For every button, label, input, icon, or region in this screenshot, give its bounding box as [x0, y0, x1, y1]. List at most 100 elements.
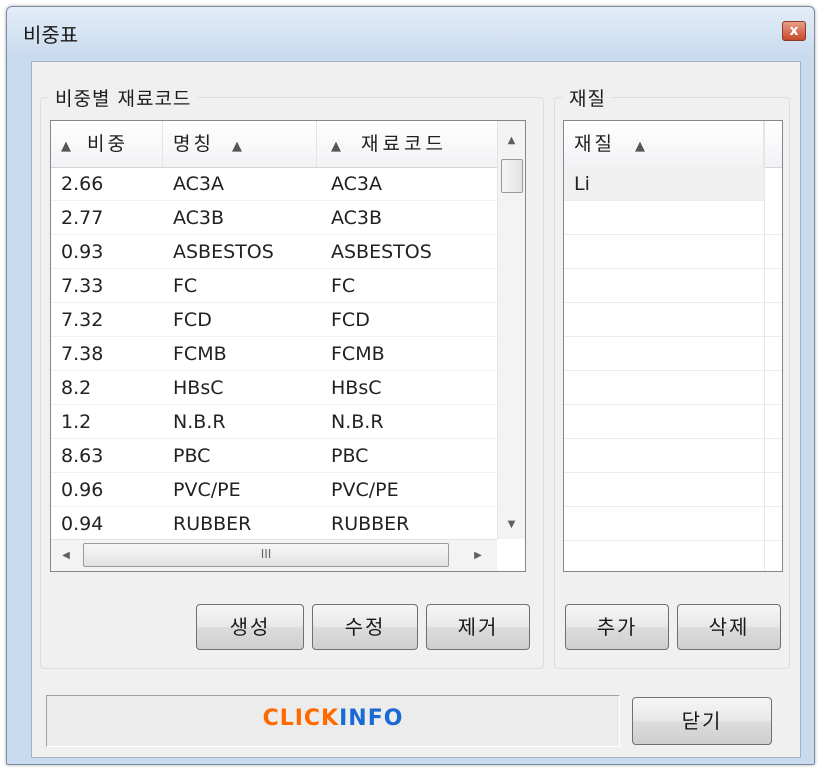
edit-button[interactable]: 수정: [312, 604, 418, 650]
density-cell: 0.94: [61, 513, 104, 535]
table-row: [564, 337, 782, 371]
logo-click-text: CLICK: [262, 706, 340, 731]
close-icon[interactable]: x: [782, 21, 806, 41]
sort-asc-icon: ▲: [635, 139, 646, 154]
table-row: [564, 439, 782, 473]
material-code-group: 비중별 재료코드 ▲ 비중 명칭 ▲ ▲ 재료코드 2.66 AC3A AC3A…: [40, 84, 544, 669]
name-cell: FCD: [173, 309, 212, 331]
column-divider: [764, 121, 765, 571]
logo-info-text: INFO: [339, 706, 404, 731]
scroll-right-arrow-icon[interactable]: ▶: [467, 540, 489, 571]
grid-header: ▲ 비중 명칭 ▲ ▲ 재료코드: [51, 121, 525, 168]
material-code-cell: FCMB: [331, 343, 385, 365]
column-header-density-label: 비중: [87, 133, 129, 155]
material-code-cell: FC: [331, 275, 356, 297]
name-cell: PVC/PE: [173, 479, 241, 501]
density-cell: 7.32: [61, 309, 104, 331]
horizontal-scrollbar[interactable]: ◀ III ▶: [51, 539, 497, 571]
scroll-down-arrow-icon[interactable]: ▼: [498, 519, 525, 530]
name-cell: AC3A: [173, 173, 225, 195]
density-cell: 8.2: [61, 377, 92, 399]
name-cell: RUBBER: [173, 513, 252, 535]
table-row[interactable]: 8.2 HBsC HBsC: [51, 371, 497, 405]
density-cell: 0.96: [61, 479, 104, 501]
table-row[interactable]: 0.94 RUBBER RUBBER: [51, 507, 497, 541]
name-cell: FC: [173, 275, 198, 297]
material-code-cell: AC3B: [331, 207, 383, 229]
material-code-cell: ASBESTOS: [331, 241, 432, 263]
density-cell: 8.63: [61, 445, 104, 467]
material-cell: Li: [574, 173, 590, 195]
name-cell: N.B.R: [173, 411, 226, 433]
table-row[interactable]: 8.63 PBC PBC: [51, 439, 497, 473]
close-button[interactable]: 닫기: [632, 697, 772, 745]
material-code-cell: FCD: [331, 309, 370, 331]
density-cell: 7.38: [61, 343, 104, 365]
density-cell: 1.2: [61, 411, 92, 433]
material-grid[interactable]: 재질 ▲ Li: [563, 120, 783, 572]
density-cell: 2.77: [61, 207, 104, 229]
clickinfo-logo: CLICKINFO: [47, 706, 619, 731]
density-cell: 2.66: [61, 173, 104, 195]
table-row: [564, 405, 782, 439]
table-row: [564, 303, 782, 337]
vertical-scroll-thumb[interactable]: [501, 159, 523, 193]
table-row: [564, 269, 782, 303]
name-cell: AC3B: [173, 207, 225, 229]
table-row: [564, 235, 782, 269]
title-bar: 비중표 x: [7, 7, 814, 59]
table-row[interactable]: 2.77 AC3B AC3B: [51, 201, 497, 235]
table-row[interactable]: 1.2 N.B.R N.B.R: [51, 405, 497, 439]
sort-asc-icon: ▲: [232, 139, 243, 154]
sort-asc-icon: ▲: [61, 139, 71, 154]
column-header-material[interactable]: 재질 ▲: [564, 121, 764, 167]
vertical-scrollbar[interactable]: ▲ ▼: [497, 121, 525, 539]
table-row: [564, 473, 782, 507]
name-cell: HBsC: [173, 377, 224, 399]
column-header-material-label: 재질: [574, 133, 615, 155]
material-grid-header: 재질 ▲: [564, 121, 782, 168]
density-cell: 0.93: [61, 241, 104, 263]
dialog-window: 비중표 x 비중별 재료코드 ▲ 비중 명칭 ▲ ▲ 재료코드 2.66 AC3…: [6, 6, 815, 765]
table-row[interactable]: 7.32 FCD FCD: [51, 303, 497, 337]
table-row[interactable]: 7.33 FC FC: [51, 269, 497, 303]
window-title: 비중표: [23, 23, 79, 47]
name-cell: PBC: [173, 445, 211, 467]
create-button[interactable]: 생성: [196, 604, 304, 650]
column-header-name[interactable]: 명칭 ▲: [163, 121, 317, 167]
material-code-cell: RUBBER: [331, 513, 410, 535]
table-row[interactable]: 2.66 AC3A AC3A: [51, 167, 497, 201]
material-code-group-label: 비중별 재료코드: [49, 84, 198, 111]
material-code-cell: AC3A: [331, 173, 383, 195]
table-row: [564, 371, 782, 405]
dialog-client-area: 비중별 재료코드 ▲ 비중 명칭 ▲ ▲ 재료코드 2.66 AC3A AC3A…: [31, 61, 801, 758]
material-code-cell: PVC/PE: [331, 479, 399, 501]
material-group: 재질 재질 ▲ Li 추가 삭제: [554, 84, 790, 669]
column-header-material-code[interactable]: ▲ 재료코드: [317, 121, 499, 167]
material-code-cell: N.B.R: [331, 411, 384, 433]
table-row[interactable]: Li: [564, 167, 764, 201]
material-code-cell: PBC: [331, 445, 369, 467]
name-cell: ASBESTOS: [173, 241, 274, 263]
material-group-label: 재질: [563, 84, 612, 111]
table-row: [564, 507, 782, 541]
table-row[interactable]: 0.96 PVC/PE PVC/PE: [51, 473, 497, 507]
column-header-density[interactable]: ▲ 비중: [51, 121, 163, 167]
column-header-material-code-label: 재료코드: [361, 133, 447, 155]
sort-asc-icon: ▲: [331, 139, 341, 154]
material-code-grid[interactable]: ▲ 비중 명칭 ▲ ▲ 재료코드 2.66 AC3A AC3A 2.77 AC3B AC3…: [50, 120, 526, 572]
add-button[interactable]: 추가: [565, 604, 669, 650]
name-cell: FCMB: [173, 343, 227, 365]
material-code-cell: HBsC: [331, 377, 382, 399]
scroll-up-arrow-icon[interactable]: ▲: [498, 135, 525, 146]
scroll-left-arrow-icon[interactable]: ◀: [55, 540, 77, 571]
column-header-name-label: 명칭: [173, 133, 214, 155]
remove-button[interactable]: 제거: [426, 604, 530, 650]
horizontal-scroll-thumb[interactable]: III: [83, 543, 449, 567]
density-cell: 7.33: [61, 275, 104, 297]
table-row[interactable]: 7.38 FCMB FCMB: [51, 337, 497, 371]
delete-button[interactable]: 삭제: [677, 604, 781, 650]
table-row: [564, 201, 782, 235]
table-row[interactable]: 0.93 ASBESTOS ASBESTOS: [51, 235, 497, 269]
logo-panel: CLICKINFO: [46, 695, 620, 747]
